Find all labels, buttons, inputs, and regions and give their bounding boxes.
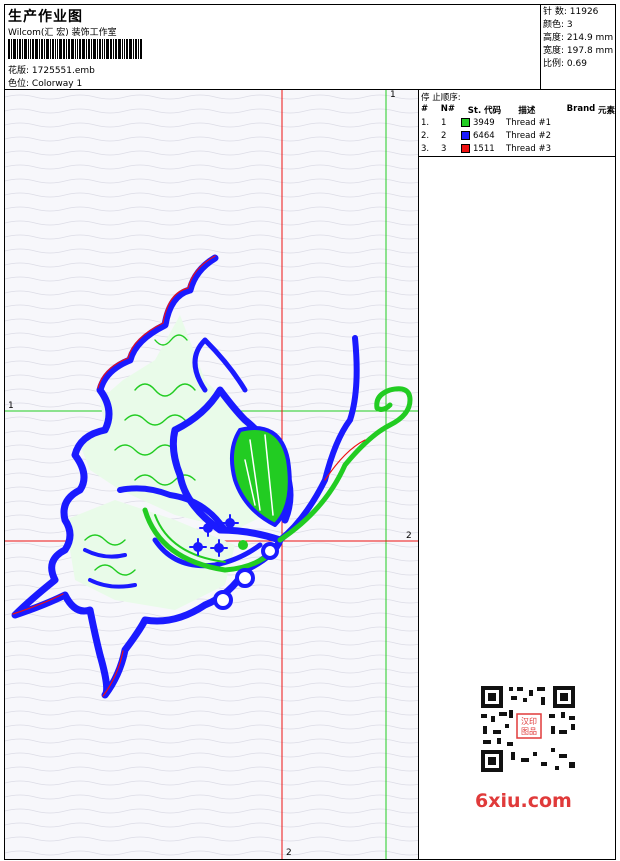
stat-scale: 比例: 0.69	[543, 59, 587, 69]
thread-color-swatch	[461, 117, 470, 127]
qr-code-icon: 汉印 图品	[471, 682, 585, 776]
design-label: 花版:	[8, 66, 30, 76]
stat-height: 高度: 214.9 mm	[543, 33, 614, 43]
stat-stitches: 针 数: 11926	[543, 7, 599, 17]
stop-table-header: # N# St. 代码 描述 Brand 元素	[421, 104, 615, 116]
svg-text:图品: 图品	[521, 727, 537, 736]
page-title: 生产作业图	[8, 9, 83, 25]
v-green-guide-label: 1	[390, 90, 396, 100]
colorway-label: 色位:	[8, 79, 30, 89]
thread-color-swatch	[461, 143, 470, 153]
h-red-guide-label: 2	[406, 531, 412, 541]
stats-panel: 针 数: 11926 颜色: 3 高度: 214.9 mm 宽度: 197.8 …	[541, 5, 615, 90]
studio-name: Wilcom(汇 宏) 装饰工作室	[8, 28, 117, 38]
stop-sequence-title: 停 止顺序:	[421, 93, 461, 103]
table-row: 1. 1 3949 Thread #1	[421, 117, 551, 128]
embroidery-preview	[5, 90, 418, 859]
svg-text:汉印: 汉印	[521, 717, 537, 726]
site-logo: 6xiu.com	[475, 790, 572, 812]
production-sheet: 生产作业图 Wilcom(汇 宏) 装饰工作室 花版: 1725551.emb …	[4, 4, 616, 860]
h-green-guide-label: 1	[8, 401, 14, 411]
table-row: 2. 2 6464 Thread #2	[421, 130, 551, 141]
stat-width: 宽度: 197.8 mm	[543, 46, 614, 56]
colorway-value: Colorway 1	[31, 79, 83, 89]
v-red-guide-label: 2	[286, 848, 292, 858]
table-row: 3. 3 1511 Thread #3	[421, 143, 551, 154]
header-info: 生产作业图 Wilcom(汇 宏) 装饰工作室 花版: 1725551.emb …	[5, 5, 541, 90]
stop-sequence-table: 停 止顺序: # N# St. 代码 描述 Brand 元素 1. 1 3949…	[419, 90, 615, 157]
stop-sequence-panel: 停 止顺序: # N# St. 代码 描述 Brand 元素 1. 1 3949…	[419, 90, 615, 859]
barcode	[8, 39, 142, 59]
design-file-row: 花版: 1725551.emb	[8, 63, 95, 76]
thread-color-swatch	[461, 130, 470, 140]
design-canvas: 1 1 2 2	[5, 90, 419, 859]
design-file: 1725551.emb	[31, 66, 95, 76]
stat-colors: 颜色: 3	[543, 20, 573, 30]
colorway-row: 色位: Colorway 1	[8, 76, 82, 89]
